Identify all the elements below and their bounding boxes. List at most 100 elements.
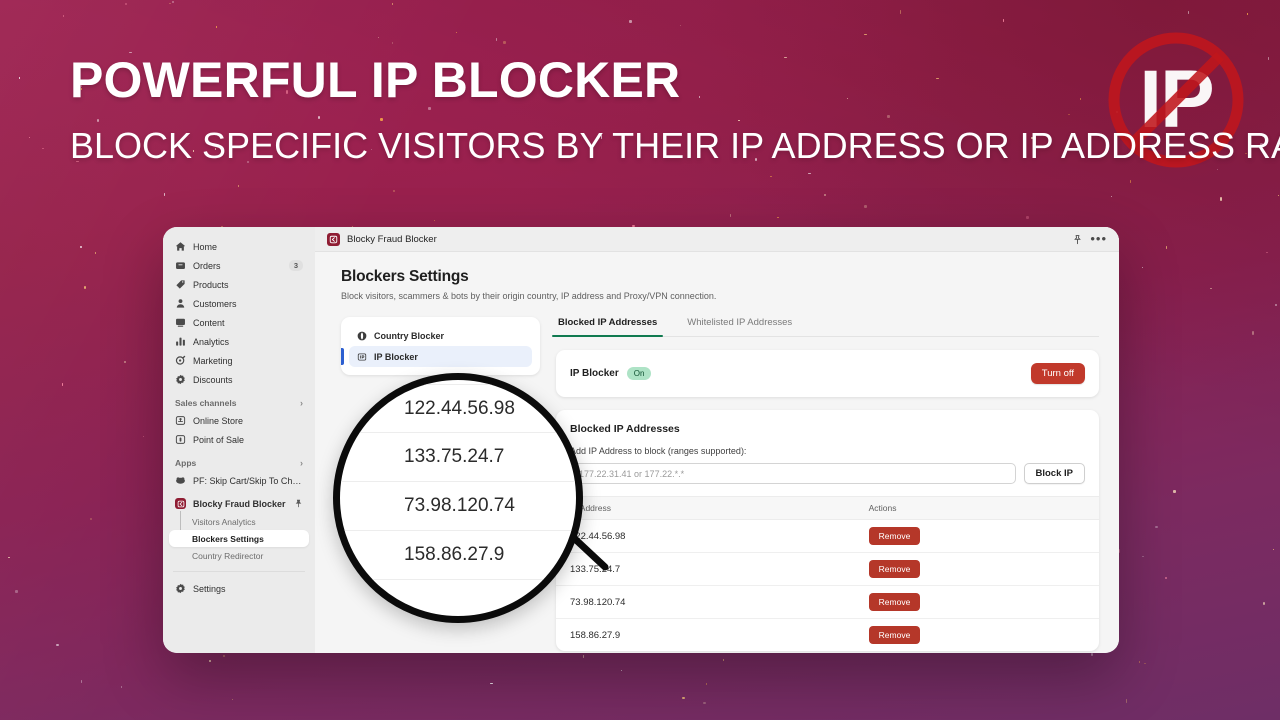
pin-icon[interactable]	[1072, 234, 1083, 245]
sidebar-item-country-redirector[interactable]: Country Redirector	[169, 547, 309, 564]
page-subtitle: Block visitors, scammers & bots by their…	[341, 291, 717, 301]
blocked-ip-table: IP Address Actions 122.44.56.98 Remove 1…	[556, 496, 1099, 651]
table-row: 122.44.56.98 Remove	[556, 519, 1099, 553]
table-row: 73.98.120.74 Remove	[556, 585, 1099, 619]
column-header-actions: Actions	[854, 496, 1099, 520]
list-card-title: Blocked IP Addresses	[570, 423, 680, 435]
sidebar-app-group-blocky: Blocky Fraud Blocker Visitors Analytics …	[163, 494, 315, 564]
tablist: Blocked IP Addresses Whitelisted IP Addr…	[551, 317, 1099, 337]
sidebar-item-label: Products	[193, 279, 229, 290]
sidebar-item-label: Online Store	[193, 415, 244, 426]
sidebar-item-content[interactable]: Content	[169, 313, 309, 332]
customers-person-icon	[175, 298, 186, 309]
orders-count-badge: 3	[288, 260, 303, 271]
section-label: Sales channels	[175, 398, 237, 408]
cell-ip-address: 133.75.24.7	[556, 552, 855, 586]
more-horizontal-icon[interactable]: •••	[1090, 232, 1107, 245]
marketing-target-icon	[175, 355, 186, 366]
turn-off-button[interactable]: Turn off	[1030, 363, 1085, 384]
content-columns: Country Blocker IP Blocker Blocked IP Ad…	[341, 317, 1099, 651]
add-ip-field-label: Add IP Address to block (ranges supporte…	[570, 446, 747, 456]
sidebar-item-discounts[interactable]: Discounts	[169, 370, 309, 389]
remove-button[interactable]: Remove	[868, 527, 921, 545]
toggle-card-title: IP Blocker	[570, 368, 619, 379]
cell-ip-address: 73.98.120.74	[556, 585, 855, 619]
sidebar-item-label: Content	[193, 317, 225, 328]
app-generic-icon	[175, 475, 186, 486]
blocker-option-label: IP Blocker	[374, 351, 418, 362]
app-topbar: Blocky Fraud Blocker •••	[315, 227, 1119, 252]
table-body: 122.44.56.98 Remove 133.75.24.7 Remove 7…	[556, 519, 1099, 652]
remove-button[interactable]: Remove	[868, 593, 921, 611]
tab-label: Blocked IP Addresses	[558, 317, 658, 328]
sidebar-item-label: Blockers Settings	[192, 533, 264, 544]
online-store-icon	[175, 415, 186, 426]
cell-actions: Remove	[854, 585, 1099, 619]
list-card-header: Blocked IP Addresses Add IP Address to b…	[556, 410, 1099, 496]
blocked-ip-addresses-card: Blocked IP Addresses Add IP Address to b…	[556, 410, 1099, 651]
page-title: Blockers Settings	[341, 268, 469, 285]
block-ip-button[interactable]: Block IP	[1023, 463, 1085, 484]
sidebar-item-online-store[interactable]: Online Store	[169, 411, 309, 430]
chevron-right-icon: ›	[300, 458, 303, 468]
table-head: IP Address Actions	[556, 496, 1099, 520]
sidebar-section-apps[interactable]: Apps ›	[175, 458, 303, 468]
globe-icon	[357, 331, 367, 341]
sidebar-item-marketing[interactable]: Marketing	[169, 351, 309, 370]
ip-address-input[interactable]	[570, 463, 1016, 484]
cell-ip-address: 158.86.27.9	[570, 629, 621, 641]
sidebar-item-label: Analytics	[193, 336, 230, 347]
sidebar-item-label: Orders	[193, 260, 221, 271]
sidebar-item-customers[interactable]: Customers	[169, 294, 309, 313]
remove-button[interactable]: Remove	[868, 626, 921, 644]
sidebar-item-pf-skip-cart[interactable]: PF: Skip Cart/Skip To Che...	[169, 471, 309, 490]
app-topbar-title: Blocky Fraud Blocker	[347, 233, 437, 245]
sidebar-item-label: PF: Skip Cart/Skip To Che...	[193, 475, 303, 486]
blocky-app-icon	[175, 498, 186, 509]
table-row: 158.86.27.9 Remove	[556, 619, 1099, 652]
tab-blocked-ip-addresses[interactable]: Blocked IP Addresses	[551, 317, 664, 337]
table-header-row: IP Address Actions	[556, 496, 1099, 520]
sidebar-item-label: Home	[193, 241, 218, 252]
discounts-icon	[175, 374, 186, 385]
sidebar-item-label: Blocky Fraud Blocker	[193, 498, 286, 509]
orders-icon	[175, 260, 186, 271]
right-column: Blocked IP Addresses Whitelisted IP Addr…	[551, 317, 1099, 651]
add-ip-row: Block IP	[570, 463, 1085, 484]
sidebar-item-settings[interactable]: Settings	[169, 579, 309, 598]
blocky-app-icon	[327, 232, 340, 246]
section-label: Apps	[175, 458, 197, 468]
sidebar-item-analytics[interactable]: Analytics	[169, 332, 309, 351]
sidebar-section-sales-channels[interactable]: Sales channels ›	[175, 398, 303, 408]
tab-whitelisted-ip-addresses[interactable]: Whitelisted IP Addresses	[685, 317, 794, 336]
cell-actions: Remove	[855, 619, 1099, 652]
sidebar-item-label: Discounts	[193, 374, 233, 385]
hero-headline: POWERFUL IP BLOCKER BLOCK SPECIFIC VISIT…	[70, 52, 1280, 168]
point-of-sale-icon	[175, 434, 186, 445]
sidebar-item-point-of-sale[interactable]: Point of Sale	[169, 430, 309, 449]
analytics-bars-icon	[175, 336, 186, 347]
column-header-ip-address: IP Address	[556, 496, 855, 520]
chevron-right-icon: ›	[300, 398, 303, 408]
ip-blocker-toggle-card: IP Blocker On Turn off	[556, 350, 1099, 397]
content-icon	[175, 317, 186, 328]
table-row: 133.75.24.7 Remove	[556, 552, 1099, 586]
sidebar-item-blockers-settings[interactable]: Blockers Settings	[169, 530, 309, 547]
sidebar-item-orders[interactable]: Orders 3	[169, 256, 309, 275]
remove-button[interactable]: Remove	[868, 560, 921, 578]
blocker-option-country-blocker[interactable]: Country Blocker	[349, 325, 532, 346]
sidebar-item-products[interactable]: Products	[169, 275, 309, 294]
blocker-option-ip-blocker[interactable]: IP Blocker	[341, 346, 532, 367]
page-content: Blockers Settings Block visitors, scamme…	[315, 252, 1119, 653]
status-badge: On	[626, 367, 652, 380]
gear-icon	[175, 583, 186, 594]
sidebar: Home Orders 3 Products Customers Content…	[163, 227, 315, 653]
pin-icon[interactable]	[294, 499, 303, 508]
sidebar-item-home[interactable]: Home	[169, 237, 309, 256]
sidebar-item-visitors-analytics[interactable]: Visitors Analytics	[169, 513, 309, 530]
sidebar-item-blocky-fraud-blocker[interactable]: Blocky Fraud Blocker	[169, 494, 309, 513]
hero-title: POWERFUL IP BLOCKER	[70, 52, 681, 108]
tab-label: Whitelisted IP Addresses	[687, 317, 793, 328]
main-area: Blocky Fraud Blocker ••• Blockers Settin…	[315, 227, 1119, 653]
sidebar-item-label: Point of Sale	[193, 434, 245, 445]
